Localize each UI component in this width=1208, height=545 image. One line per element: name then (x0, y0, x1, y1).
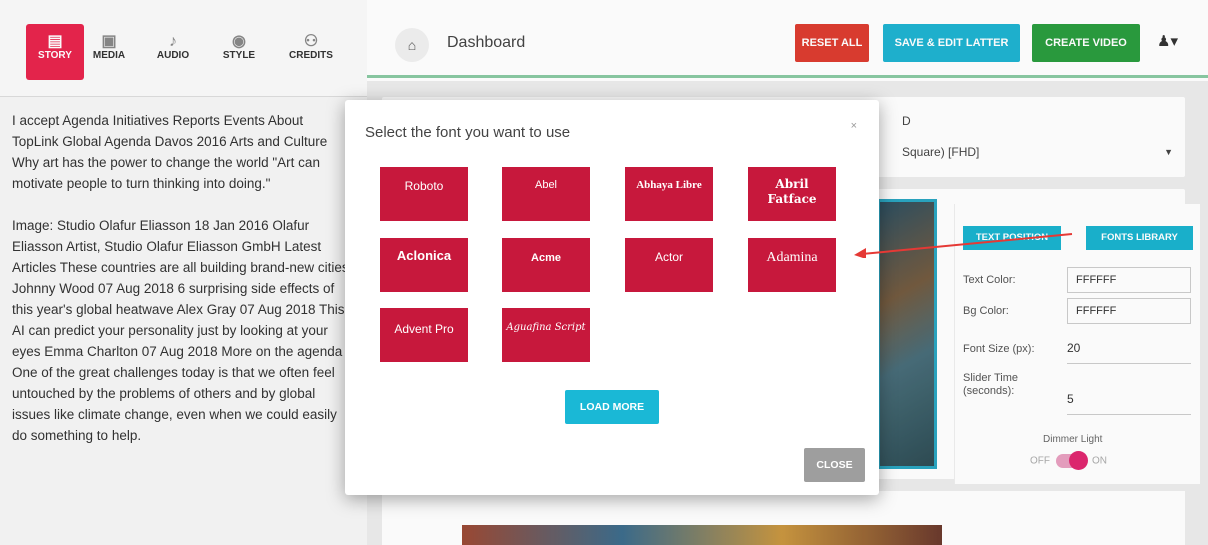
font-select-modal: Select the font you want to use × Roboto… (345, 100, 879, 495)
font-option-adamina[interactable]: Adamina (748, 238, 836, 292)
font-option-actor[interactable]: Actor (625, 238, 713, 292)
modal-title: Select the font you want to use (365, 124, 571, 141)
font-option-advent-pro[interactable]: Advent Pro (380, 308, 468, 362)
font-option-aclonica[interactable]: Aclonica (380, 238, 468, 292)
close-button[interactable]: CLOSE (804, 448, 865, 482)
font-option-aguafina-script[interactable]: Aguafina Script (502, 308, 590, 362)
font-option-acme[interactable]: Acme (502, 238, 590, 292)
annotation-arrow (854, 233, 1073, 258)
close-icon[interactable]: × (851, 120, 857, 132)
load-more-button[interactable]: LOAD MORE (565, 390, 659, 424)
font-option-abril-fatface[interactable]: Abril Fatface (748, 167, 836, 221)
font-option-abel[interactable]: Abel (502, 167, 590, 221)
font-option-abhaya-libre[interactable]: Abhaya Libre (625, 167, 713, 221)
font-option-roboto[interactable]: Roboto (380, 167, 468, 221)
